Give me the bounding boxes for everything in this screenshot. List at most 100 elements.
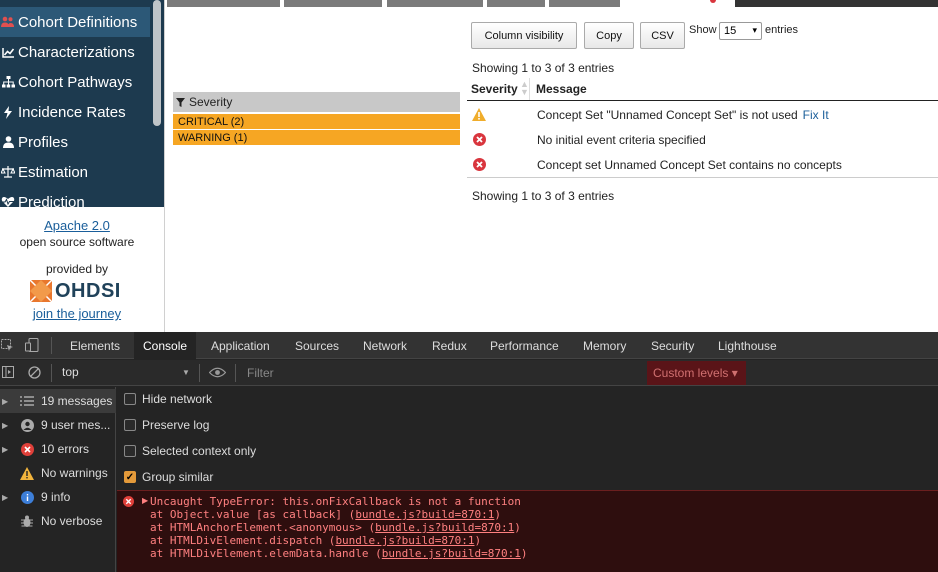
tab[interactable] [735,0,938,7]
stack-link[interactable]: bundle.js?build=870:1 [375,521,514,534]
toolbar-divider [51,337,52,354]
sidebar-item-cohort-pathways[interactable]: Cohort Pathways [0,67,150,97]
sidebar-user-messages[interactable]: ▶ 9 user mes... [0,413,116,437]
stack-text: at HTMLDivElement.dispatch ( [150,534,336,547]
expand-arrow-icon: ▶ [2,444,9,454]
stack-line: at HTMLAnchorElement.<anonymous> (bundle… [150,521,521,534]
column-header-message[interactable]: Message [536,82,587,96]
tab-performance[interactable]: Performance [482,332,567,359]
stack-link[interactable]: bundle.js?build=870:1 [355,508,494,521]
sidebar-errors[interactable]: ▶ 10 errors [0,437,116,461]
tab-elements[interactable]: Elements [62,332,128,359]
stack-text: at HTMLDivElement.elemData.handle ( [150,547,382,560]
users-icon [0,16,18,28]
checkbox-checked[interactable]: ✓ [124,471,136,483]
copy-button[interactable]: Copy [584,22,634,49]
sidebar-item-estimation[interactable]: Estimation [0,157,150,187]
selected-context-option[interactable]: Selected context only [124,442,256,460]
sidebar-item-profiles[interactable]: Profiles [0,127,150,157]
sidebar-item-incidence-rates[interactable]: Incidence Rates [0,97,150,127]
critical-icon [472,132,486,146]
checkbox[interactable] [124,393,136,405]
sidebar-toggle-icon[interactable] [2,366,14,381]
page-length-value: 15 [724,25,737,37]
bug-icon [17,515,37,528]
tab-security[interactable]: Security [643,332,702,359]
filter-icon [176,97,185,107]
facet-title: Severity [189,95,233,109]
hide-network-option[interactable]: Hide network [124,390,212,408]
preserve-log-option[interactable]: Preserve log [124,416,209,434]
tab-console[interactable]: Console [134,332,197,359]
option-label: Preserve log [142,418,210,432]
tab[interactable] [387,0,483,7]
sidebar-item-label: Characterizations [18,43,135,61]
context-select[interactable]: top [62,365,192,379]
tab[interactable] [167,0,280,7]
tab-memory[interactable]: Memory [575,332,634,359]
table-info-top: Showing 1 to 3 of 3 entries [472,61,615,75]
sidebar-verbose[interactable]: No verbose [0,509,116,533]
devtools-panel: Elements Console Application Sources Net… [0,332,938,572]
inspect-element-icon[interactable] [1,339,14,355]
sidebar-item-characterizations[interactable]: Characterizations [0,37,150,67]
clear-console-icon[interactable] [28,366,41,382]
row-message: Concept set Unnamed Concept Set contains… [537,158,842,172]
stack-link[interactable]: bundle.js?build=870:1 [335,534,474,547]
fix-it-link[interactable]: Fix It [803,108,829,122]
column-visibility-button[interactable]: Column visibility [471,22,577,49]
device-toolbar-icon[interactable] [25,338,40,355]
sidebar-scrollbar[interactable] [150,0,165,207]
stack-line: at HTMLDivElement.elemData.handle (bundl… [150,547,528,560]
sidebar-label: 10 errors [41,442,90,456]
info-icon [17,490,37,504]
facet-option-warning[interactable]: WARNING (1) [173,130,460,145]
eye-icon[interactable] [208,367,227,381]
tab-sources[interactable]: Sources [287,332,347,359]
tab[interactable] [284,0,382,7]
group-similar-option[interactable]: ✓ Group similar [124,468,213,486]
table-info-bottom: Showing 1 to 3 of 3 entries [472,189,615,203]
join-journey-link[interactable]: join the journey [0,306,154,321]
sidebar-item-label: Cohort Pathways [18,73,133,91]
facet-option-critical[interactable]: CRITICAL (2) [173,114,460,129]
sidebar-footer: Apache 2.0 open source software provided… [0,207,164,332]
sidebar-info[interactable]: ▶ 9 info [0,485,116,509]
sidebar: Cohort Definitions Characterizations Coh… [0,0,165,332]
expand-arrow-icon: ▶ [2,396,9,406]
sidebar-item-cohort-definitions[interactable]: Cohort Definitions [0,7,150,37]
option-label: Group similar [142,470,214,484]
tab-application[interactable]: Application [203,332,278,359]
ohdsi-logo: OHDSI [30,280,121,302]
tab-redux[interactable]: Redux [424,332,475,359]
page-length-select[interactable]: 15 ▾ [719,22,762,40]
sidebar-warnings[interactable]: No warnings [0,461,116,485]
tab[interactable] [487,0,545,7]
checkbox[interactable] [124,419,136,431]
filter-input[interactable]: Filter [247,366,274,380]
column-header-severity[interactable]: Severity [471,82,518,96]
license-link[interactable]: Apache 2.0 [0,218,154,233]
sidebar-item-prediction[interactable]: Prediction [0,187,150,207]
stack-link[interactable]: bundle.js?build=870:1 [382,547,521,560]
checkbox[interactable] [124,445,136,457]
tab-lighthouse[interactable]: Lighthouse [710,332,785,359]
sidebar-divider [164,0,165,332]
sort-icon[interactable]: ▲ ▼ [520,80,529,97]
sidebar-messages[interactable]: ▶ 19 messages [0,389,116,413]
scrollbar-thumb[interactable] [153,0,161,126]
console-sidebar: ▶ 19 messages ▶ 9 user mes... ▶ 10 error… [0,387,116,572]
tab-network[interactable]: Network [355,332,415,359]
entries-label: entries [765,24,799,36]
toolbar-divider [199,364,200,382]
table-row: No initial event criteria specified [467,127,938,152]
tab[interactable] [549,0,620,7]
sitemap-icon [0,76,18,88]
custom-levels-dropdown[interactable]: Custom levels ▾ [647,361,746,385]
csv-button[interactable]: CSV [640,22,685,49]
stack-text: at Object.value [as callback] ( [150,508,356,521]
severity-facet-header[interactable]: Severity [173,92,460,112]
stack-line: at HTMLDivElement.dispatch (bundle.js?bu… [150,534,481,547]
expand-arrow-icon[interactable]: ▶ [142,496,148,505]
warning-icon [17,466,37,480]
